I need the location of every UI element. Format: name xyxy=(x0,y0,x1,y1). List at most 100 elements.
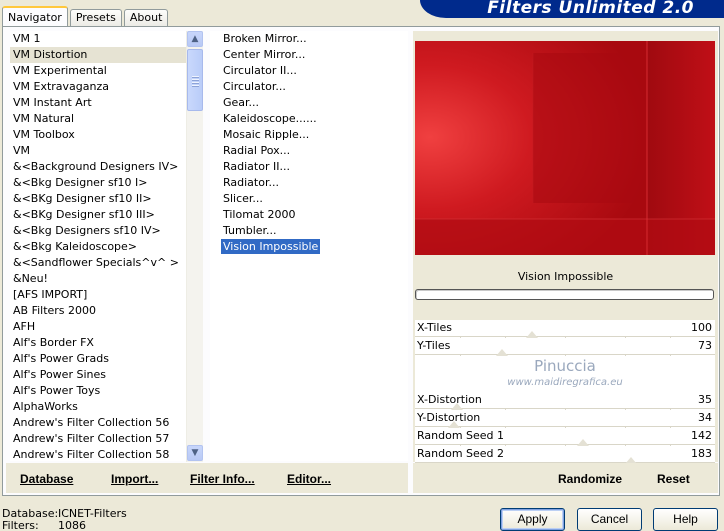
filter-item[interactable]: Center Mirror... xyxy=(210,47,408,63)
randomize-button[interactable]: Randomize xyxy=(558,472,622,486)
filter-info-button[interactable]: Filter Info... xyxy=(190,472,255,486)
filter-item-label: Tumbler... xyxy=(223,224,277,237)
filter-item-label: Gear... xyxy=(223,96,260,109)
category-item[interactable]: &<BKg Designer sf10 III> xyxy=(10,207,188,223)
scroll-down-button[interactable]: ▼ xyxy=(187,445,203,461)
filter-item[interactable]: Mosaic Ripple... xyxy=(210,127,408,143)
filter-list[interactable]: Broken Mirror... Center Mirror... Circulat… xyxy=(210,31,408,461)
param-slider-random-seed-1[interactable]: Random Seed 1 142 xyxy=(415,428,715,448)
slider-thumb[interactable] xyxy=(451,403,463,410)
param-value: 142 xyxy=(691,429,712,442)
param-slider-x-tiles[interactable]: X-Tiles 100 xyxy=(415,320,715,340)
param-slider-y-distortion[interactable]: Y-Distortion 34 xyxy=(415,410,715,430)
status-filters-label: Filters: xyxy=(2,519,39,531)
import-button[interactable]: Import... xyxy=(111,472,158,486)
filter-item[interactable]: Radiator... xyxy=(210,175,408,191)
category-item[interactable]: Andrew's Filter Collection 57 xyxy=(10,431,188,447)
category-item[interactable]: VM Natural xyxy=(10,111,188,127)
filter-item-label: Tilomat 2000 xyxy=(223,208,296,221)
category-item[interactable]: Alf's Power Sines xyxy=(10,367,188,383)
status-filters-value: 1086 xyxy=(58,519,86,531)
category-item[interactable]: Andrew's Filter Collection 56 xyxy=(10,415,188,431)
filter-item[interactable]: Circulator... xyxy=(210,79,408,95)
slider-thumb[interactable] xyxy=(526,331,538,338)
param-value: 34 xyxy=(698,411,712,424)
category-item[interactable]: AB Filters 2000 xyxy=(10,303,188,319)
category-item[interactable]: AFH xyxy=(10,319,188,335)
watermark-url: www.maidiregrafica.eu xyxy=(507,377,623,388)
editor-button[interactable]: Editor... xyxy=(287,472,331,486)
scroll-thumb[interactable] xyxy=(187,49,203,111)
filter-item[interactable]: Circulator II... xyxy=(210,63,408,79)
category-item[interactable]: AlphaWorks xyxy=(10,399,188,415)
param-value: 73 xyxy=(698,339,712,352)
tab-about[interactable]: About xyxy=(123,9,169,26)
help-button[interactable]: Help xyxy=(653,508,718,531)
param-label: Random Seed 1 xyxy=(417,429,505,442)
param-slider-x-distortion[interactable]: X-Distortion 35 xyxy=(415,392,715,412)
category-item[interactable]: Alf's Power Grads xyxy=(10,351,188,367)
reset-button[interactable]: Reset xyxy=(657,472,690,486)
param-label: X-Tiles xyxy=(417,321,452,334)
filter-item[interactable]: Broken Mirror... xyxy=(210,31,408,47)
category-scrollbar[interactable]: ▲ ▼ xyxy=(186,31,203,462)
category-item[interactable]: VM xyxy=(10,143,188,159)
tab-bar: Navigator Presets About xyxy=(2,6,170,26)
category-item[interactable]: Alf's Power Toys xyxy=(10,383,188,399)
chevron-up-icon: ▲ xyxy=(191,34,199,44)
tab-presets[interactable]: Presets xyxy=(69,9,122,26)
category-item[interactable]: VM Toolbox xyxy=(10,127,188,143)
category-item[interactable]: Alf's Border FX xyxy=(10,335,188,351)
filter-item-label: Broken Mirror... xyxy=(223,32,307,45)
filter-item-label: Mosaic Ripple... xyxy=(223,128,310,141)
param-slider-random-seed-2[interactable]: Random Seed 2 183 xyxy=(415,446,715,466)
category-item[interactable]: VM Instant Art xyxy=(10,95,188,111)
category-item[interactable]: [AFS IMPORT] xyxy=(10,287,188,303)
app-title: Filters Unlimited 2.0 xyxy=(487,0,694,18)
category-item[interactable]: &Neu! xyxy=(10,271,188,287)
filter-item[interactable]: Slicer... xyxy=(210,191,408,207)
progress-bar xyxy=(415,289,714,300)
param-label: Random Seed 2 xyxy=(417,447,505,460)
watermark-name: Pinuccia xyxy=(534,357,596,375)
category-item[interactable]: VM 1 xyxy=(10,31,188,47)
chevron-down-icon: ▼ xyxy=(191,448,199,458)
param-value: 35 xyxy=(698,393,712,406)
filter-item-label: Vision Impossible xyxy=(221,239,321,254)
tab-navigator[interactable]: Navigator xyxy=(2,6,68,26)
category-item[interactable]: &<Background Designers IV> xyxy=(10,159,188,175)
filter-item-label: Radiator... xyxy=(223,176,279,189)
slider-thumb[interactable] xyxy=(448,421,460,428)
category-item[interactable]: VM Experimental xyxy=(10,63,188,79)
param-label: Y-Tiles xyxy=(417,339,451,352)
filter-item[interactable]: Vision Impossible xyxy=(210,239,408,255)
preview-graphic xyxy=(415,41,715,255)
category-item[interactable]: &<Sandflower Specials^v^ > xyxy=(10,255,188,271)
filter-item[interactable]: Kaleidoscope...... xyxy=(210,111,408,127)
category-list[interactable]: VM 1 VM Distortion VM Experimental VM Extra… xyxy=(10,31,188,461)
slider-thumb[interactable] xyxy=(577,439,589,446)
cancel-button[interactable]: Cancel xyxy=(577,508,642,531)
filter-item-label: Circulator II... xyxy=(223,64,297,77)
slider-thumb[interactable] xyxy=(496,349,508,356)
apply-button[interactable]: Apply xyxy=(500,508,565,531)
category-item[interactable]: &<Bkg Designers sf10 IV> xyxy=(10,223,188,239)
category-item[interactable]: VM Extravaganza xyxy=(10,79,188,95)
scroll-up-button[interactable]: ▲ xyxy=(187,31,203,47)
category-item[interactable]: VM Distortion xyxy=(10,47,188,63)
category-item[interactable]: &<Bkg Kaleidoscope> xyxy=(10,239,188,255)
filter-item[interactable]: Tumbler... xyxy=(210,223,408,239)
category-item[interactable]: &<Bkg Designer sf10 I> xyxy=(10,175,188,191)
filter-item-label: Kaleidoscope...... xyxy=(223,112,317,125)
param-slider-y-tiles[interactable]: Y-Tiles 73 xyxy=(415,338,715,358)
filter-item[interactable]: Radiator II... xyxy=(210,159,408,175)
database-button[interactable]: Database xyxy=(20,472,73,486)
filter-item[interactable]: Tilomat 2000 xyxy=(210,207,408,223)
filter-item[interactable]: Gear... xyxy=(210,95,408,111)
filter-item-label: Radiator II... xyxy=(223,160,290,173)
title-banner: Filters Unlimited 2.0 xyxy=(420,0,724,18)
category-item[interactable]: &<BKg Designer sf10 II> xyxy=(10,191,188,207)
filter-item[interactable]: Radial Pox... xyxy=(210,143,408,159)
status-filters: Filters: 1086 xyxy=(2,519,86,531)
category-item[interactable]: Andrew's Filter Collection 58 xyxy=(10,447,188,461)
